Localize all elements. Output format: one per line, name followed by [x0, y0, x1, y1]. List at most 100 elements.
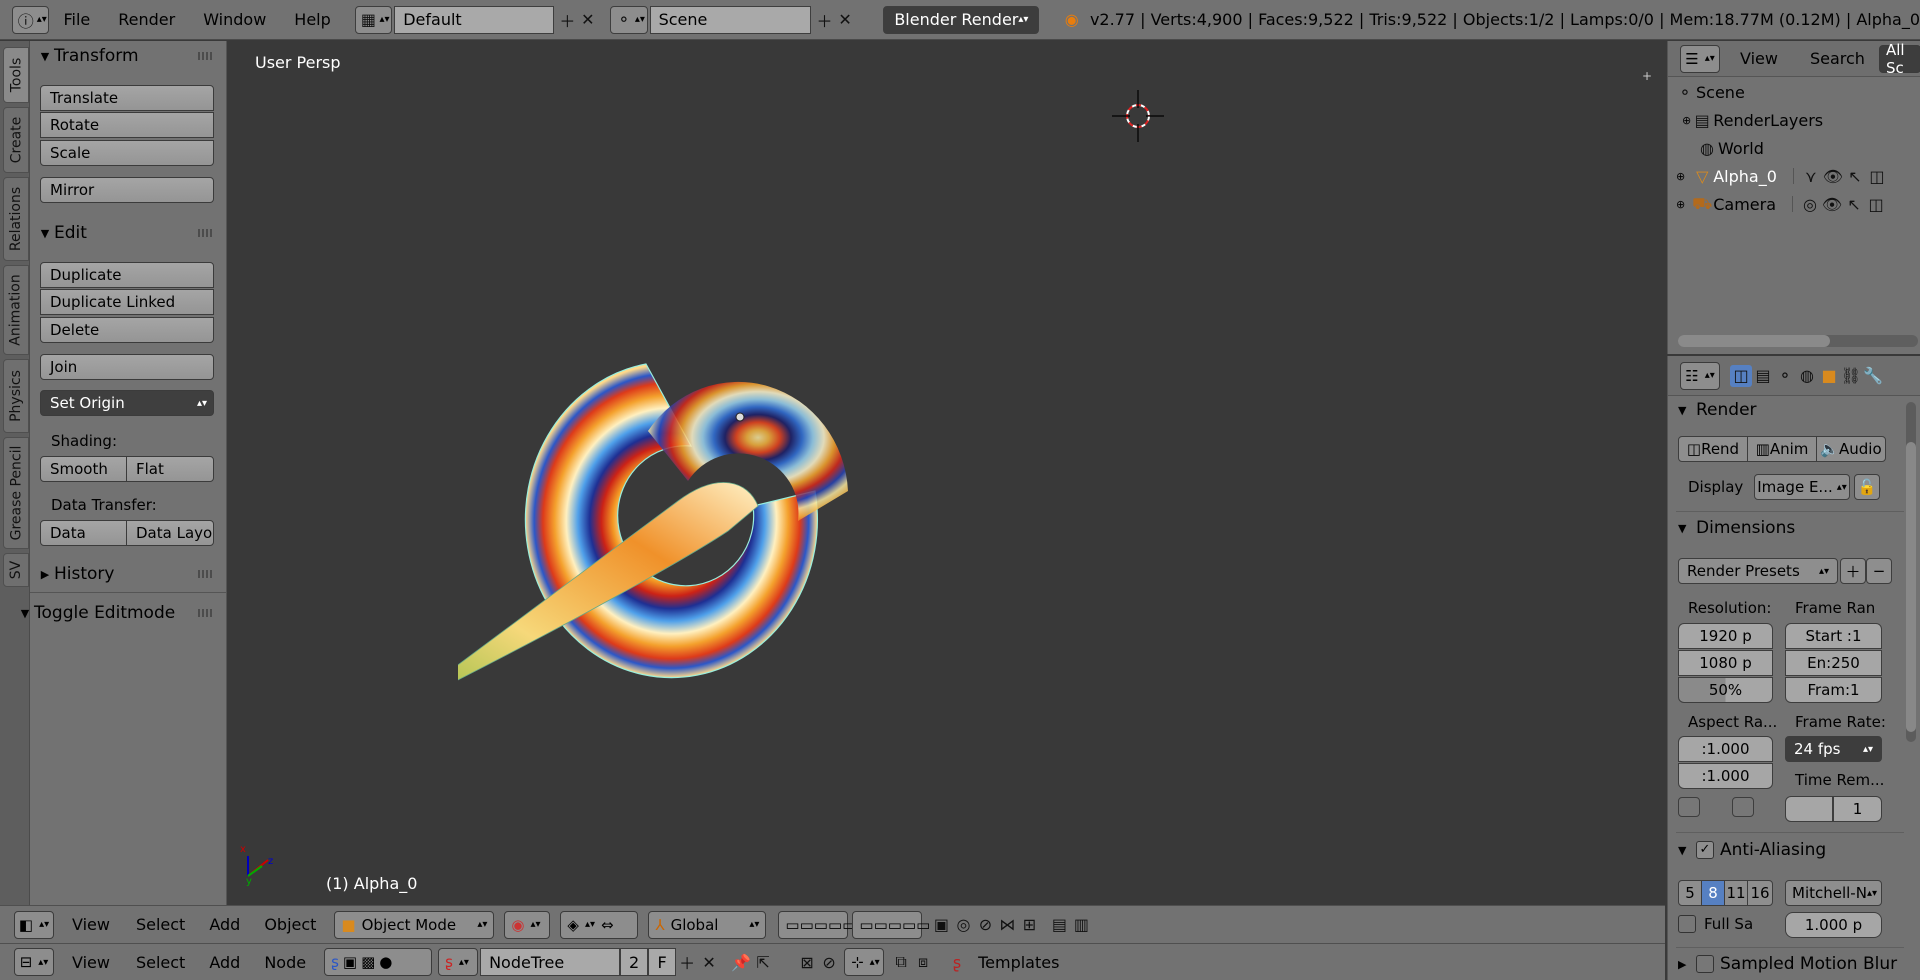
- outliner-row-renderlayers[interactable]: ⊕ ▤ RenderLayers: [1668, 106, 1920, 134]
- frame-end-field[interactable]: En:250: [1785, 650, 1882, 676]
- crop-border-checkbox[interactable]: [1678, 797, 1700, 817]
- paste-nodes-icon[interactable]: ⧈: [912, 951, 934, 973]
- outliner-row-scene[interactable]: ⚬ Scene: [1668, 78, 1920, 106]
- pin-icon[interactable]: 📌: [730, 951, 752, 973]
- outliner-row-camera[interactable]: ⊕ ⛟ Camera ◎ 👁 ↖ ◫: [1668, 190, 1920, 218]
- snap-magnet-node-icon[interactable]: ⊘: [818, 951, 840, 973]
- render-anim-icon[interactable]: ▥: [1070, 914, 1092, 936]
- tab-animation[interactable]: Animation: [3, 265, 29, 355]
- scene-context-icon[interactable]: ⚬: [1774, 365, 1796, 387]
- modifiers-context-icon[interactable]: 🔧: [1862, 365, 1884, 387]
- renderable-camera-icon[interactable]: ◫: [1866, 165, 1888, 187]
- flat-button[interactable]: Flat: [126, 456, 214, 482]
- tab-grease-pencil[interactable]: Grease Pencil: [3, 437, 29, 549]
- screen-layout-selector[interactable]: ▦ ▴▾: [354, 5, 393, 34]
- delete-layout-icon[interactable]: ✕: [578, 9, 599, 31]
- tree-type-buttons[interactable]: ʂ ▣ ▩ ●: [324, 948, 433, 976]
- node-menu-add[interactable]: Add: [193, 953, 256, 972]
- orientation-dropdown[interactable]: ⅄ Global ▴▾: [648, 910, 767, 939]
- selectable-arrow-icon[interactable]: ↖: [1844, 165, 1866, 187]
- snap-element-dropdown[interactable]: ⊹ ▴▾: [844, 948, 885, 976]
- drag-grip-icon[interactable]: [198, 229, 212, 237]
- menu-help[interactable]: Help: [280, 10, 344, 29]
- aa-samples-8[interactable]: 8: [1701, 880, 1725, 906]
- scrollbar-thumb[interactable]: [1678, 335, 1830, 347]
- node-menu-view[interactable]: View: [54, 953, 128, 972]
- screen-layout-field[interactable]: Default: [394, 5, 555, 34]
- drag-grip-icon[interactable]: [198, 52, 212, 60]
- expand-plus-icon[interactable]: ⊕: [1676, 170, 1685, 183]
- tab-physics[interactable]: Physics: [3, 359, 29, 433]
- menu-window[interactable]: Window: [189, 10, 280, 29]
- transform-panel-header[interactable]: ▼ Transform: [36, 43, 220, 69]
- spiral-mesh-object[interactable]: [458, 291, 1058, 741]
- translate-button[interactable]: Translate: [40, 85, 214, 111]
- properties-editor-type[interactable]: ☷ ▴▾: [1680, 361, 1720, 390]
- set-origin-dropdown[interactable]: Set Origin ▴▾: [40, 390, 214, 416]
- render-engine-dropdown[interactable]: Blender Render ▴▾: [883, 5, 1040, 34]
- render-presets-dropdown[interactable]: Render Presets ▴▾: [1678, 558, 1838, 584]
- edit-panel-header[interactable]: ▼ Edit: [36, 220, 220, 246]
- add-preset-icon[interactable]: ＋: [1840, 558, 1866, 584]
- scale-button[interactable]: Scale: [40, 140, 214, 166]
- constraints-context-icon[interactable]: ⛓: [1840, 365, 1862, 387]
- motion-blur-checkbox[interactable]: [1696, 955, 1714, 973]
- outliner-menu-search[interactable]: Search: [1778, 49, 1865, 68]
- scene-name-field[interactable]: Scene: [649, 5, 812, 34]
- render-anim-button[interactable]: ▥ Anim: [1747, 436, 1817, 462]
- render-context-icon[interactable]: ◫: [1730, 364, 1752, 387]
- node-editor-type-selector[interactable]: ⊟ ▴▾: [14, 948, 54, 976]
- tab-sv[interactable]: SV: [3, 553, 29, 587]
- tab-create[interactable]: Create: [3, 107, 29, 173]
- render-panel-header[interactable]: ▼ Render: [1678, 396, 1918, 424]
- editor-type-selector[interactable]: ◧ ▴▾: [14, 910, 54, 939]
- world-context-icon[interactable]: ◍: [1796, 365, 1818, 387]
- region-toggle-plus-icon[interactable]: +: [1642, 69, 1652, 83]
- layer-buttons-b[interactable]: ▭▭▭▭▭: [852, 910, 930, 939]
- crop-to-render-checkbox[interactable]: [1732, 797, 1754, 817]
- outliner-menu-view[interactable]: View: [1720, 49, 1778, 68]
- delete-button[interactable]: Delete: [40, 317, 214, 343]
- aa-samples-11[interactable]: 11: [1724, 880, 1748, 906]
- manipulator-toggle[interactable]: ◈ ▴▾ ⇔: [560, 910, 639, 939]
- expand-plus-icon[interactable]: ⊕: [1682, 114, 1691, 127]
- 3d-cursor-icon[interactable]: [1108, 86, 1168, 146]
- aa-filter-dropdown[interactable]: Mitchell-N ▴▾: [1785, 880, 1882, 906]
- delete-scene-icon[interactable]: ✕: [835, 9, 856, 31]
- time-remap-new-field[interactable]: 1: [1833, 796, 1882, 822]
- full-sample-toggle[interactable]: Full Sa: [1678, 915, 1753, 933]
- add-scene-icon[interactable]: ＋: [814, 9, 835, 31]
- properties-scrollbar[interactable]: [1906, 402, 1916, 742]
- lock-layers-icon[interactable]: ▣: [930, 914, 952, 936]
- duplicate-button[interactable]: Duplicate: [40, 262, 214, 288]
- info-editor-type-button[interactable]: ⓘ ▴▾: [12, 5, 50, 34]
- expand-plus-icon[interactable]: ⊕: [1676, 198, 1685, 211]
- smooth-button[interactable]: Smooth: [40, 456, 127, 482]
- outliner-row-world[interactable]: ◍ World: [1668, 134, 1920, 162]
- menu-object[interactable]: Object: [256, 915, 324, 934]
- visibility-eye-icon[interactable]: 👁: [1822, 165, 1844, 187]
- drag-grip-icon[interactable]: [198, 570, 212, 578]
- menu-render[interactable]: Render: [104, 10, 189, 29]
- nodetree-name-field[interactable]: NodeTree: [480, 948, 621, 976]
- outliner-display-mode[interactable]: All Sc: [1878, 41, 1920, 77]
- render-still-icon[interactable]: ▤: [1048, 914, 1070, 936]
- motion-blur-panel-header[interactable]: ▶ Sampled Motion Blur: [1678, 950, 1918, 978]
- node-menu-select[interactable]: Select: [128, 953, 193, 972]
- visibility-eye-icon[interactable]: 👁: [1821, 193, 1843, 215]
- node-menu-node[interactable]: Node: [256, 953, 314, 972]
- 3d-viewport[interactable]: User Persp (1) Alpha_0 + x z y: [228, 41, 1665, 905]
- snap-magnet-icon[interactable]: ⊘: [974, 914, 996, 936]
- renderable-camera-icon[interactable]: ◫: [1865, 193, 1887, 215]
- mode-dropdown[interactable]: ■ Object Mode ▴▾: [334, 910, 495, 939]
- menu-select[interactable]: Select: [128, 915, 193, 934]
- data-transfer-button[interactable]: Data: [40, 520, 127, 546]
- resolution-percentage-slider[interactable]: 50%: [1678, 677, 1773, 703]
- resolution-x-field[interactable]: 1920 p: [1678, 623, 1773, 649]
- menu-view[interactable]: View: [54, 915, 128, 934]
- remove-preset-icon[interactable]: −: [1866, 558, 1892, 584]
- render-layers-context-icon[interactable]: ▤: [1752, 365, 1774, 387]
- antialiasing-checkbox[interactable]: ✓: [1696, 841, 1714, 859]
- outliner-editor-type[interactable]: ☰ ▴▾: [1680, 44, 1720, 73]
- duplicate-linked-button[interactable]: Duplicate Linked: [40, 289, 214, 315]
